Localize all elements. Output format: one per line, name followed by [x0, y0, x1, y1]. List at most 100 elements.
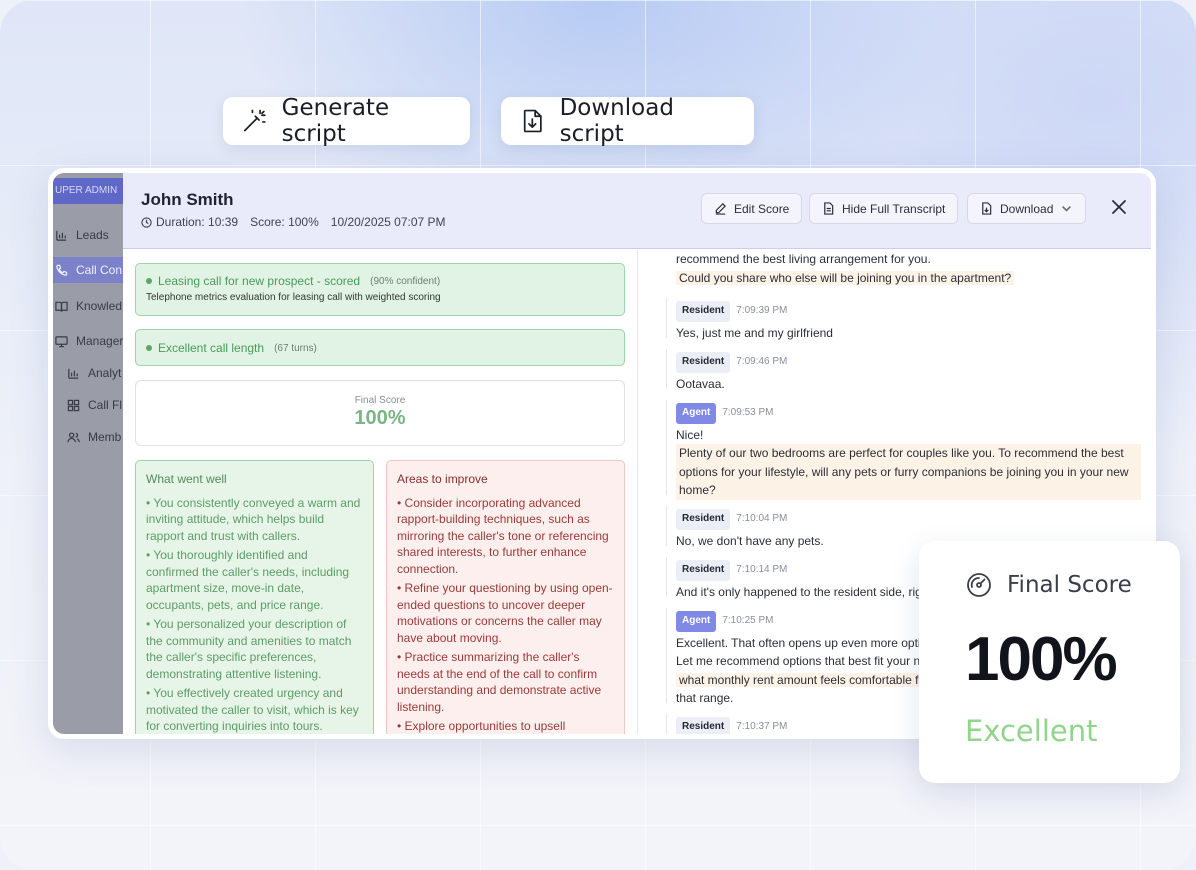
message-time: 7:10:37 PM: [736, 721, 788, 732]
download-script-button[interactable]: Download script: [501, 95, 754, 147]
sidebar-item-call-flows[interactable]: Call Fl: [53, 392, 123, 418]
book-icon: [55, 301, 68, 312]
message-divider: [666, 506, 667, 546]
what-went-well-card: What went well • You consistently convey…: [135, 460, 374, 734]
list-item: • You effectively created urgency and mo…: [146, 686, 359, 733]
sidebar-item-label: Memb: [88, 430, 122, 444]
call-type-description: Telephone metrics evaluation for leasing…: [146, 292, 441, 303]
areas-to-improve-title: Areas to improve: [397, 472, 488, 486]
message-text: Yes, just me and my girlfriend: [676, 325, 833, 340]
list-item: • You consistently conveyed a warm and i…: [146, 495, 361, 543]
sidebar-item-leads[interactable]: Leads: [53, 222, 123, 248]
score-rating: Excellent: [965, 714, 1098, 748]
sidebar-item-members[interactable]: Memb: [53, 424, 123, 450]
admin-badge: UPER ADMIN: [53, 178, 123, 204]
monitor-icon: [55, 335, 68, 347]
final-score-value: 100%: [354, 407, 406, 429]
file-download-icon: [523, 109, 542, 133]
message-divider: [666, 349, 667, 389]
areas-to-improve-card: Areas to improve • Consider incorporatin…: [386, 460, 625, 734]
message-text: Nice!: [676, 427, 704, 442]
message-time: 7:09:39 PM: [736, 305, 788, 316]
list-item: • Refine your questioning by using open-…: [397, 581, 613, 645]
final-score-label: Final Score: [354, 395, 406, 406]
message-text: Ootavaa.: [676, 376, 725, 391]
sidebar-item-label: Knowled: [76, 299, 123, 313]
download-dropdown-button[interactable]: Download: [967, 193, 1087, 224]
message-divider: [666, 400, 667, 495]
transcript-message: Resident 7:09:46 PM Ootavaa.: [676, 351, 1141, 393]
call-type-title: Leasing call for new prospect - scored: [158, 274, 361, 288]
sidebar-item-label: Call Fl: [88, 398, 123, 412]
chevron-down-icon: [1062, 205, 1072, 212]
list-item: • You thoroughly identified and confirme…: [146, 548, 350, 612]
message-highlight: what monthly rent amount feels comfortab…: [676, 672, 922, 687]
role-badge: Resident: [676, 301, 731, 322]
grid-icon: [67, 399, 80, 411]
magic-wand-icon: [243, 109, 266, 132]
transcript-message: recommend the best living arrangement fo…: [676, 250, 1141, 287]
call-datetime: 10/20/2025 07:07 PM: [330, 215, 446, 229]
role-badge: Resident: [676, 560, 731, 581]
message-text: recommend the best living arrangement fo…: [676, 252, 931, 266]
status-dot: [146, 345, 152, 351]
call-meta: Duration: 10:39 Score: 100% 10/20/2025 0…: [141, 215, 446, 229]
call-type-card: Leasing call for new prospect - scored (…: [135, 263, 625, 316]
message-divider: [666, 557, 667, 597]
call-length-turns: (67 turns): [274, 342, 317, 354]
sidebar-item-knowledge[interactable]: Knowled: [53, 293, 123, 319]
what-went-well-title: What went well: [146, 472, 227, 486]
role-badge: Agent: [676, 403, 717, 424]
sidebar: UPER ADMIN Leads Call Con Knowled Manage…: [53, 173, 123, 734]
phone-icon: [56, 264, 68, 276]
message-highlight: Plenty of our two bedrooms are perfect f…: [676, 444, 1141, 500]
sidebar-item-label: Call Con: [76, 263, 123, 277]
pencil-icon: [715, 203, 726, 215]
sidebar-item-label: Manager: [76, 334, 123, 348]
clock-icon: [141, 216, 152, 228]
final-score-title: Final Score: [1007, 572, 1132, 598]
role-badge: Agent: [676, 611, 717, 632]
message-divider: [666, 714, 667, 734]
message-divider: [666, 608, 667, 703]
final-score-overlay-card: Final Score 100% Excellent: [919, 541, 1180, 783]
chart-icon: [68, 368, 79, 379]
message-time: 7:09:53 PM: [722, 407, 774, 418]
message-time: 7:10:04 PM: [736, 513, 788, 524]
sidebar-item-analytics[interactable]: Analyt: [53, 360, 123, 386]
file-download-icon: [982, 202, 992, 215]
call-length-title: Excellent call length: [158, 341, 265, 355]
status-dot: [146, 278, 152, 284]
role-badge: Resident: [676, 352, 731, 373]
hide-transcript-button[interactable]: Hide Full Transcript: [809, 193, 959, 224]
list-item: • Practice summarizing the caller's need…: [397, 650, 602, 714]
edit-score-button[interactable]: Edit Score: [701, 193, 803, 224]
list-item: • You personalized your description of t…: [146, 617, 352, 681]
role-badge: Resident: [676, 509, 731, 530]
call-type-confidence: (90% confident): [370, 275, 441, 287]
generate-script-label: Generate script: [281, 95, 390, 147]
generate-script-button[interactable]: Generate script: [223, 95, 470, 147]
final-score-big-value: 100%: [965, 625, 1118, 694]
edit-score-label: Edit Score: [734, 201, 790, 216]
call-header: John Smith Duration: 10:39 Score: 100% 1…: [123, 173, 1151, 249]
close-icon[interactable]: [1111, 199, 1127, 215]
call-length-card: Excellent call length (67 turns): [135, 329, 625, 366]
sidebar-item-label: Analyt: [88, 366, 122, 380]
sidebar-item-label: Leads: [76, 228, 109, 242]
hide-transcript-label: Hide Full Transcript: [842, 201, 946, 216]
message-time: 7:10:14 PM: [736, 564, 788, 575]
sidebar-item-call-control[interactable]: Call Con: [53, 257, 123, 283]
sidebar-item-management[interactable]: Manager: [53, 328, 123, 354]
users-icon: [67, 431, 80, 442]
bar-chart-icon: [56, 230, 67, 241]
message-highlight: Could you share who else will be joining…: [676, 270, 1015, 285]
call-score: Score: 100%: [250, 215, 319, 229]
transcript-message: Resident 7:09:39 PM Yes, just me and my g…: [676, 300, 1141, 342]
transcript-message: Agent 7:09:53 PM Nice! Plenty of our two …: [676, 402, 1141, 500]
message-time: 7:09:46 PM: [736, 356, 788, 367]
evaluation-panel: Leasing call for new prospect - scored (…: [123, 250, 638, 734]
download-label: Download: [1000, 201, 1054, 216]
role-badge: Resident: [676, 717, 731, 734]
list-item: • Explore opportunities to upsell premiu…: [397, 719, 566, 733]
